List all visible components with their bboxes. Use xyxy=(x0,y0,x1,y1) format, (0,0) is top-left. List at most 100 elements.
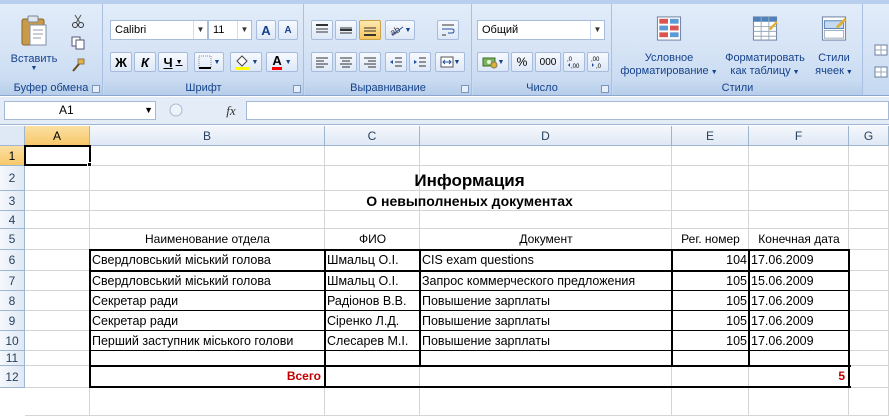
table-cell[interactable]: Сіренко Л.Д. xyxy=(325,311,420,331)
increase-decimal-button[interactable]: ,0,00 xyxy=(563,52,585,72)
row-header-4[interactable]: 4 xyxy=(0,211,25,229)
merge-center-button[interactable]: ▼ xyxy=(435,52,465,72)
font-size-combo[interactable]: 11 ▼ xyxy=(208,20,252,40)
table-cell[interactable]: 17.06.2009 xyxy=(749,250,849,270)
table-cell[interactable]: Свердловський міський голова xyxy=(90,250,325,270)
table-header-cell[interactable]: Конечная дата xyxy=(749,229,849,250)
total-value[interactable]: 5 xyxy=(325,366,849,387)
percent-button[interactable]: % xyxy=(511,52,533,72)
column-header-e[interactable]: E xyxy=(672,126,749,146)
cut-button[interactable] xyxy=(68,12,88,30)
formula-input[interactable] xyxy=(246,101,889,120)
chevron-down-icon[interactable]: ▼ xyxy=(144,102,153,119)
chevron-down-icon[interactable]: ▼ xyxy=(193,21,207,39)
table-cell[interactable]: Повышение зарплаты xyxy=(420,291,672,311)
table-cell[interactable]: Шмальц О.І. xyxy=(325,250,420,270)
table-header-cell[interactable]: ФИО xyxy=(325,229,420,250)
table-header-cell[interactable]: Документ xyxy=(420,229,672,250)
column-header-c[interactable]: C xyxy=(325,126,420,146)
align-center-button[interactable] xyxy=(335,52,357,72)
active-cell-a1[interactable] xyxy=(24,145,91,166)
currency-button[interactable]: ▼ xyxy=(477,52,509,72)
insert-function-button[interactable]: fx xyxy=(220,101,242,120)
worksheet-grid[interactable]: ABCDEFG 1 2 3 4 5 6 7 8 9 10 11 12 Информация О нев… xyxy=(0,126,889,416)
total-label[interactable]: Всего xyxy=(90,366,325,387)
row-header-8[interactable]: 8 xyxy=(0,291,25,311)
cell-styles-button[interactable]: Стили ячеек ▼ xyxy=(809,10,859,80)
row-header-3[interactable]: 3 xyxy=(0,191,25,211)
table-cell[interactable]: Шмальц О.І. xyxy=(325,271,420,291)
thousands-button[interactable]: 000 xyxy=(535,52,561,72)
decrease-indent-button[interactable] xyxy=(385,52,407,72)
grow-font-button[interactable]: A xyxy=(256,20,276,40)
align-bottom-button[interactable] xyxy=(359,20,381,40)
align-top-button[interactable] xyxy=(311,20,333,40)
delete-cells-button[interactable] xyxy=(870,62,889,82)
increase-indent-button[interactable] xyxy=(409,52,431,72)
borders-button[interactable]: ▼ xyxy=(194,52,224,72)
chevron-down-icon[interactable]: ▼ xyxy=(590,21,604,39)
wrap-text-button[interactable] xyxy=(437,20,459,40)
table-cell[interactable]: 105 xyxy=(672,291,749,311)
column-header-g[interactable]: G xyxy=(849,126,889,146)
table-cell[interactable]: Секретар ради xyxy=(90,291,325,311)
number-launcher[interactable] xyxy=(601,85,609,93)
table-cell[interactable]: Слесарев М.І. xyxy=(325,331,420,351)
underline-button[interactable]: Ч ▼ xyxy=(158,52,188,72)
row-header-2[interactable]: 2 xyxy=(0,166,25,191)
table-cell[interactable]: 104 xyxy=(672,250,749,270)
table-header-cell[interactable]: Рег. номер xyxy=(672,229,749,250)
row-header-1[interactable]: 1 xyxy=(0,146,25,166)
row-header-7[interactable]: 7 xyxy=(0,271,25,291)
select-all-button[interactable] xyxy=(0,126,25,146)
align-right-button[interactable] xyxy=(359,52,381,72)
column-header-f[interactable]: F xyxy=(749,126,849,146)
bold-button[interactable]: Ж xyxy=(110,52,132,72)
table-cell[interactable]: Запрос коммерческого предложения xyxy=(420,271,672,291)
shrink-font-button[interactable]: A xyxy=(278,20,298,40)
column-header-a[interactable]: A xyxy=(25,126,90,146)
table-cell[interactable]: Радіонов В.В. xyxy=(325,291,420,311)
font-color-button[interactable]: A ▼ xyxy=(266,52,298,72)
table-cell[interactable]: 105 xyxy=(672,271,749,291)
row-header-11[interactable]: 11 xyxy=(0,351,25,366)
name-box[interactable]: A1 ▼ xyxy=(4,101,156,120)
format-as-table-button[interactable]: Форматировать как таблицу ▼ xyxy=(723,10,807,80)
table-cell[interactable]: CIS exam questions xyxy=(420,250,672,270)
table-cell[interactable]: 105 xyxy=(672,311,749,331)
italic-button[interactable]: К xyxy=(134,52,156,72)
font-name-combo[interactable]: Calibri ▼ xyxy=(110,20,208,40)
font-launcher[interactable] xyxy=(293,85,301,93)
table-header-cell[interactable]: Наименование отдела xyxy=(90,229,325,250)
insert-cells-button[interactable] xyxy=(870,40,889,60)
fill-color-button[interactable]: ▼ xyxy=(230,52,262,72)
clipboard-launcher[interactable] xyxy=(92,85,100,93)
table-cell[interactable]: 17.06.2009 xyxy=(749,291,849,311)
alignment-launcher[interactable] xyxy=(461,85,469,93)
chevron-down-icon[interactable]: ▼ xyxy=(237,21,251,39)
align-middle-button[interactable] xyxy=(335,20,357,40)
decrease-decimal-button[interactable]: ,00,0 xyxy=(587,52,609,72)
table-cell[interactable]: 17.06.2009 xyxy=(749,331,849,351)
paste-button[interactable]: Вставить ▼ xyxy=(8,10,60,76)
fill-handle[interactable] xyxy=(87,162,92,167)
table-cell[interactable]: Перший заступник міського голови xyxy=(90,331,325,351)
resize-handle-icon[interactable] xyxy=(166,101,186,120)
row-header-9[interactable]: 9 xyxy=(0,311,25,331)
copy-button[interactable] xyxy=(68,34,88,52)
row-header-12[interactable]: 12 xyxy=(0,366,25,388)
table-cell[interactable]: Повышение зарплаты xyxy=(420,311,672,331)
conditional-formatting-button[interactable]: Условное форматирование ▼ xyxy=(615,10,723,80)
table-cell[interactable]: Секретар ради xyxy=(90,311,325,331)
table-cell[interactable]: 17.06.2009 xyxy=(749,311,849,331)
table-cell[interactable]: Повышение зарплаты xyxy=(420,331,672,351)
align-left-button[interactable] xyxy=(311,52,333,72)
table-cell[interactable]: 105 xyxy=(672,331,749,351)
text-orientation-button[interactable]: ab ▼ xyxy=(385,20,415,40)
table-cell[interactable]: 15.06.2009 xyxy=(749,271,849,291)
column-header-b[interactable]: B xyxy=(90,126,325,146)
row-header-10[interactable]: 10 xyxy=(0,331,25,351)
format-painter-button[interactable] xyxy=(68,56,88,74)
table-cell[interactable]: Свердловський міський голова xyxy=(90,271,325,291)
row-header-5[interactable]: 5 xyxy=(0,229,25,250)
